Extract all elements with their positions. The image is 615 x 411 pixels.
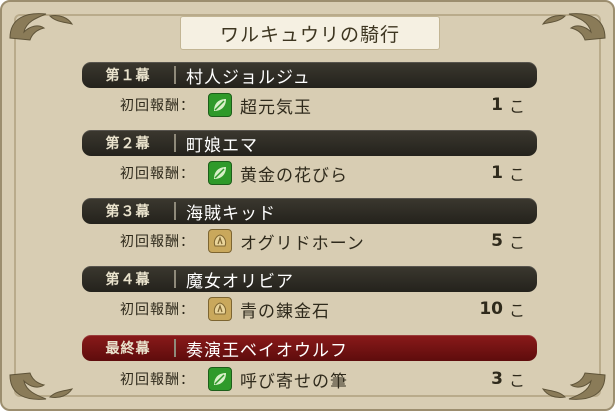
reward-item: 黄金の花びら — [240, 165, 348, 186]
quest-title-text: ワルキュウリの騎行 — [219, 23, 400, 46]
reward-quantity: 1 — [491, 163, 503, 183]
reward-row-2: 初回報酬： 黄金の花びら 1 こ — [120, 160, 525, 186]
reward-quantity: 3 — [491, 369, 503, 389]
leaf-icon — [208, 93, 232, 117]
reward-row-1: 初回報酬： 超元気玉 1 こ — [120, 92, 525, 118]
act-divider — [174, 134, 176, 152]
act-divider — [174, 66, 176, 84]
reward-label: 初回報酬： — [120, 234, 195, 250]
leaf-icon — [208, 367, 232, 391]
act-header-final[interactable]: 最終幕 奏演王ベイオウルフ — [82, 335, 537, 361]
reward-unit: こ — [508, 165, 525, 184]
act-divider — [174, 270, 176, 288]
reward-quantity: 1 — [491, 95, 503, 115]
act-name: 海賊キッド — [186, 203, 276, 224]
ore-icon — [208, 297, 232, 321]
act-divider — [174, 202, 176, 220]
act-name: 魔女オリビア — [186, 271, 294, 292]
reward-row-final: 初回報酬： 呼び寄せの筆 3 こ — [120, 366, 525, 392]
act-number: 第１幕 — [105, 68, 151, 84]
corner-ornament-icon — [539, 8, 609, 44]
reward-quantity: 10 — [479, 299, 503, 319]
reward-unit: こ — [508, 371, 525, 390]
corner-ornament-icon — [539, 369, 609, 405]
corner-ornament-icon — [6, 8, 76, 44]
reward-unit: こ — [508, 97, 525, 116]
corner-ornament-icon — [6, 369, 76, 405]
act-number: 最終幕 — [105, 341, 151, 357]
reward-label: 初回報酬： — [120, 98, 195, 114]
act-number: 第４幕 — [105, 272, 151, 288]
reward-item: 青の錬金石 — [240, 301, 330, 322]
act-header-3[interactable]: 第３幕 海賊キッド — [82, 198, 537, 224]
reward-label: 初回報酬： — [120, 166, 195, 182]
quest-title: ワルキュウリの騎行 — [180, 16, 440, 50]
leaf-icon — [208, 161, 232, 185]
act-number: 第２幕 — [105, 136, 151, 152]
act-header-4[interactable]: 第４幕 魔女オリビア — [82, 266, 537, 292]
act-header-2[interactable]: 第２幕 町娘エマ — [82, 130, 537, 156]
quest-panel: ワルキュウリの騎行 第１幕 村人ジョルジュ 初回報酬： 超元気玉 1 こ 第２幕… — [0, 0, 615, 411]
reward-quantity: 5 — [491, 231, 503, 251]
act-name: 町娘エマ — [186, 135, 258, 156]
reward-row-3: 初回報酬： オグリドホーン 5 こ — [120, 228, 525, 254]
act-divider — [174, 339, 176, 357]
reward-item: 呼び寄せの筆 — [240, 371, 348, 392]
act-name: 奏演王ベイオウルフ — [186, 340, 348, 361]
ore-icon — [208, 229, 232, 253]
reward-unit: こ — [508, 301, 525, 320]
reward-label: 初回報酬： — [120, 302, 195, 318]
act-number: 第３幕 — [105, 204, 151, 220]
reward-item: オグリドホーン — [240, 233, 365, 254]
reward-row-4: 初回報酬： 青の錬金石 10 こ — [120, 296, 525, 322]
reward-item: 超元気玉 — [240, 97, 312, 118]
reward-unit: こ — [508, 233, 525, 252]
reward-label: 初回報酬： — [120, 372, 195, 388]
act-header-1[interactable]: 第１幕 村人ジョルジュ — [82, 62, 537, 88]
act-name: 村人ジョルジュ — [186, 67, 311, 88]
